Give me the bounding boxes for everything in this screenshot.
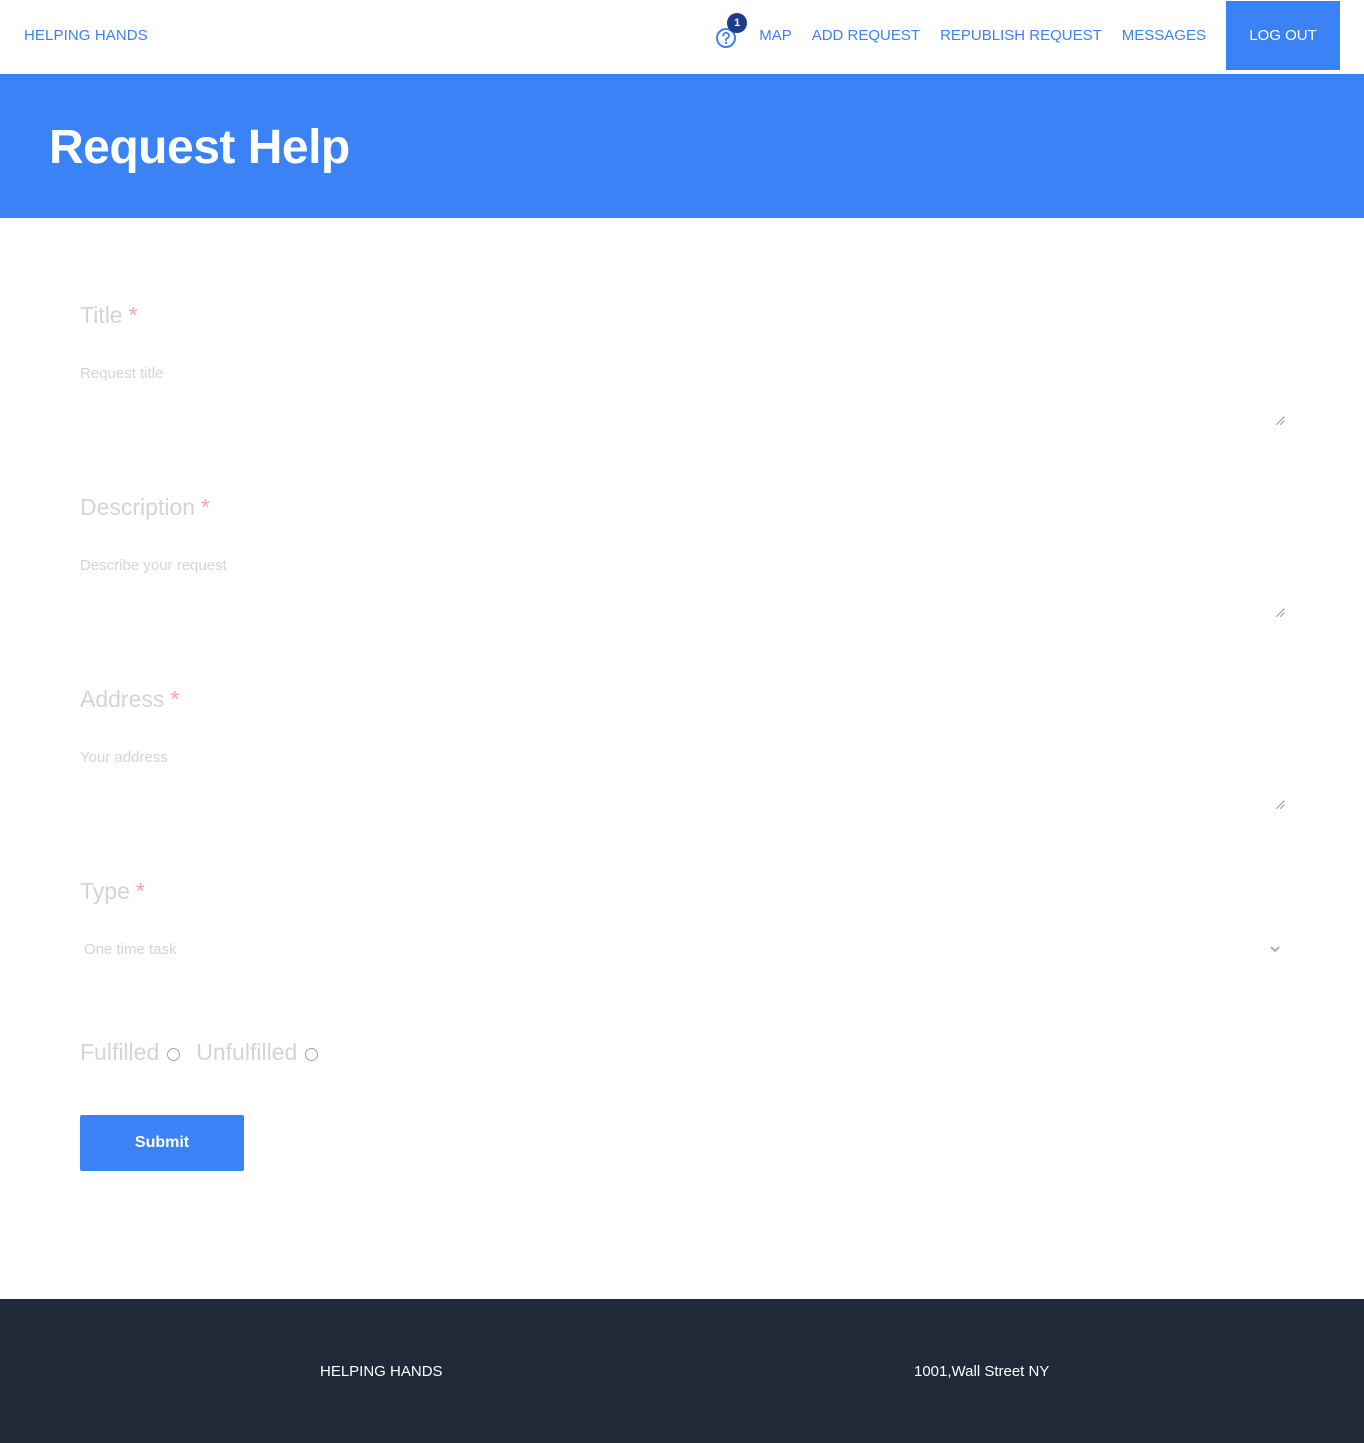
- required-mark: *: [128, 302, 138, 328]
- resize-handle-icon[interactable]: [1275, 609, 1283, 617]
- page-title: Request Help: [49, 121, 350, 174]
- address-input[interactable]: [80, 749, 1285, 809]
- nav-add-request[interactable]: ADD REQUEST: [812, 27, 920, 44]
- footer-brand: HELPING HANDS: [320, 1363, 443, 1380]
- status-radio-group: Fulfilled Unfulfilled: [80, 1039, 334, 1066]
- page-hero: Request Help: [0, 74, 1364, 218]
- title-label: Title *: [80, 302, 138, 328]
- nav-republish-request[interactable]: REPUBLISH REQUEST: [940, 27, 1102, 44]
- resize-handle-icon[interactable]: [1275, 417, 1283, 425]
- resize-handle-icon[interactable]: [1275, 801, 1283, 809]
- unfulfilled-label: Unfulfilled: [196, 1039, 298, 1065]
- nav-map[interactable]: MAP: [759, 27, 792, 44]
- type-label: Type *: [80, 878, 145, 904]
- help-button[interactable]: 1: [715, 12, 748, 49]
- title-input[interactable]: [80, 365, 1285, 425]
- unfulfilled-radio[interactable]: [305, 1048, 319, 1061]
- chevron-down-icon: [1270, 946, 1280, 953]
- description-label: Description *: [80, 494, 210, 520]
- type-select-value: One time task: [84, 941, 177, 958]
- description-input[interactable]: [80, 557, 1285, 617]
- notification-badge: 1: [727, 12, 748, 33]
- logout-button[interactable]: LOG OUT: [1226, 1, 1340, 70]
- required-mark: *: [201, 494, 210, 520]
- top-navbar: HELPING HANDS 1 MAP ADD REQUEST REPUBLIS…: [0, 0, 1364, 74]
- submit-button[interactable]: Submit: [80, 1115, 244, 1171]
- main-nav: 1 MAP ADD REQUEST REPUBLISH REQUEST MESS…: [715, 1, 1340, 70]
- fulfilled-label: Fulfilled: [80, 1039, 160, 1065]
- address-label: Address *: [80, 686, 180, 712]
- brand-link[interactable]: HELPING HANDS: [24, 27, 148, 44]
- fulfilled-radio[interactable]: [167, 1048, 181, 1061]
- nav-messages[interactable]: MESSAGES: [1122, 27, 1206, 44]
- footer-address: 1001,Wall Street NY: [914, 1363, 1050, 1380]
- required-mark: *: [170, 686, 180, 712]
- page-footer: HELPING HANDS 1001,Wall Street NY: [0, 1299, 1364, 1443]
- type-select[interactable]: One time task: [80, 936, 1285, 964]
- required-mark: *: [135, 878, 145, 904]
